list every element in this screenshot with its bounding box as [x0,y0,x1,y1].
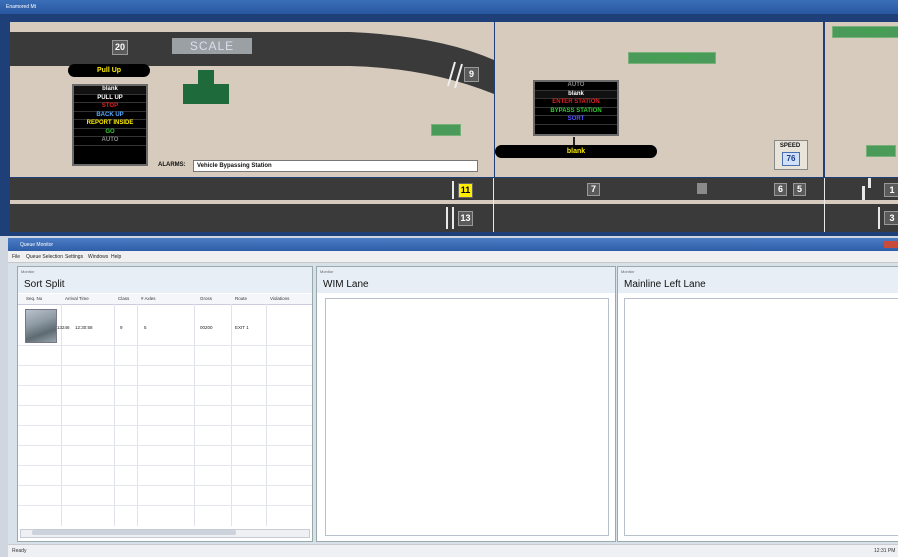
lane-number-11: 11 [458,183,473,198]
grid-row-line [18,344,312,346]
alarms-field: Vehicle Bypassing Station [193,160,478,172]
app-title: Enamored Mt [6,4,37,10]
loop-marker [452,181,454,199]
menu-windows[interactable]: Windows [88,254,108,260]
row-seq: 13246 [57,325,70,330]
col-gross[interactable]: Gross [200,296,212,301]
signal-board-mid: AUTO blank ENTER STATION BYPASS STATION … [533,80,619,136]
pullup-indicator: Pull Up [68,64,150,77]
lane-number-5: 5 [793,183,806,196]
grid-row-line [18,464,312,466]
panel-separator [824,178,825,232]
signal-report-inside: REPORT INSIDE [74,120,146,129]
col-arrival-time[interactable]: Arrival Time [65,296,89,301]
grid-row-line [18,384,312,386]
menu-help[interactable]: Help [111,254,121,260]
signal-mid-auto: AUTO [535,82,617,91]
loop-marker [868,178,871,188]
loop-marker [878,207,880,229]
grid-header [18,294,312,305]
loop-marker [446,207,448,229]
lane-road-lower [10,204,898,232]
row-arrival: 12:30:58 [75,325,93,330]
status-text: Ready [12,548,27,554]
signal-stop: STOP [74,103,146,112]
status-bar: Ready 12:31 PM [8,544,898,557]
mainline-left-lane-panel: Monitor Mainline Left Lane [617,266,898,542]
lane-number-1: 1 [884,183,898,197]
grid-row-line [18,424,312,426]
grid-row-line [18,444,312,446]
loop-marker [862,186,865,200]
row-axles: 5 [144,325,147,330]
system-open-indicator: SYSTEM OPE [832,26,898,38]
lane-sensor [697,183,707,194]
col-seq-no[interactable]: Seq. No [26,296,42,301]
alarms-label: ALARMS: [158,162,186,168]
row-class: 9 [120,325,123,330]
scrollbar-thumb[interactable] [32,530,236,535]
menu-queue-selection[interactable]: Queue Selection [26,254,63,260]
signal-go: GO [74,129,146,137]
menu-settings[interactable]: Settings [65,254,83,260]
lane-number-3: 3 [884,211,898,225]
panel-title: Sort Split [24,279,65,290]
grid-row-line [18,364,312,366]
speed-label: SPEED [779,143,801,149]
scale-label: SCALE [172,38,252,54]
signal-pole [573,137,575,145]
status-indicator-right [866,145,896,157]
queue-list [624,298,898,536]
scale-platform [198,70,214,84]
panel-small-label: Monitor [21,269,35,274]
status-clock: 12:31 PM [874,548,896,554]
lane-number-20: 20 [112,40,128,55]
signal-enter-station: ENTER STATION [535,99,617,108]
queue-monitor-title: Queue Monitor [20,242,54,248]
grid-row-line [18,404,312,406]
lane-number-6: 6 [774,183,787,196]
system-enabled-indicator: SYSTEM ENABLED [628,52,716,64]
col-axles[interactable]: # Axles [141,296,156,301]
lane-number-7: 7 [587,183,600,196]
vehicle-thumbnail [25,309,57,343]
status-indicator-left [431,124,461,136]
signal-pullup: PULL UP [74,95,146,103]
row-gross: 00200 [200,325,213,330]
lane-number-13: 13 [458,211,473,226]
signal-auto: AUTO [74,137,146,146]
app-titlebar: Enamored Mt [0,0,898,14]
menu-file[interactable]: File [12,254,20,260]
menu-bar: File Queue Selection Settings Windows He… [8,251,898,263]
queue-monitor-titlebar: Queue Monitor [8,238,898,251]
lane-road-upper [10,178,898,200]
col-violations[interactable]: Violations [270,296,289,301]
speed-value: 76 [782,152,800,166]
wim-lane-panel: Monitor WIM Lane [316,266,616,542]
panel-title: WIM Lane [323,279,369,290]
panel-small-label: Monitor [621,269,635,274]
queue-list [325,298,609,536]
close-icon[interactable] [884,241,898,248]
col-route[interactable]: Route [235,296,247,301]
scale-platform-base [183,84,229,104]
panel-title: Mainline Left Lane [624,279,706,290]
col-class[interactable]: Class [118,296,129,301]
signal-mid-blank: blank [535,90,617,99]
grid-row-line [18,484,312,486]
signal-board-left: blank PULL UP STOP BACK UP REPORT INSIDE… [72,84,148,166]
grid-row-line [18,504,312,506]
lane-number-9: 9 [464,67,479,82]
mid-status-pill: blank [495,145,657,158]
panel-small-label: Monitor [320,269,334,274]
signal-blank: blank [74,86,146,95]
loop-marker [452,207,454,229]
signal-bypass-station: BYPASS STATION [535,108,617,116]
sort-split-panel: Monitor Sort Split Seq. No Arrival Time … [17,266,313,542]
signal-backup: BACK UP [74,112,146,120]
table-row[interactable]: 13246 12:30:58 9 5 00200 EXIT 1 [18,305,312,343]
row-route: EXIT 1 [235,325,249,330]
panel-separator [493,178,494,232]
signal-sort: SORT [535,116,617,125]
